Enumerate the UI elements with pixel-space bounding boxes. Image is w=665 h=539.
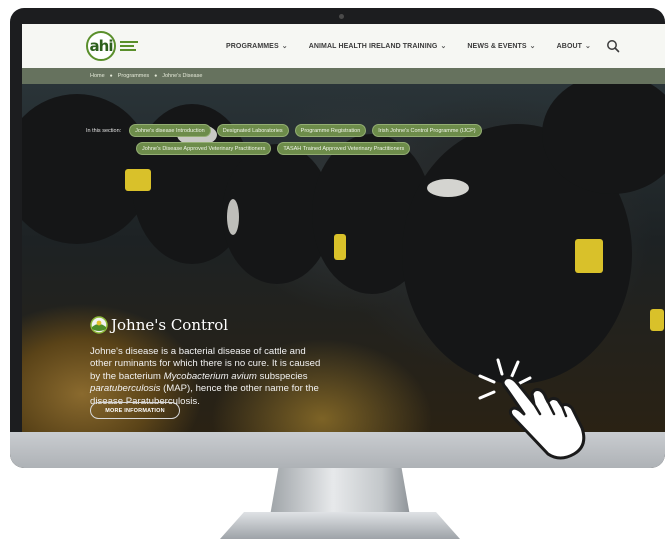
nav-label: PROGRAMMES bbox=[226, 42, 279, 50]
chevron-down-icon: ⌄ bbox=[585, 43, 591, 50]
breadcrumb-separator-icon: ● bbox=[109, 73, 113, 79]
chevron-down-icon: ⌄ bbox=[440, 43, 447, 50]
hero-description: Johne's disease is a bacterial disease o… bbox=[90, 346, 330, 408]
tap-hand-icon bbox=[478, 358, 586, 460]
hero-text-part: subspecies bbox=[256, 370, 308, 382]
webcam-dot bbox=[339, 14, 344, 19]
section-link-tasah-vets[interactable]: TASAH Trained Approved Veterinary Practi… bbox=[277, 142, 411, 155]
nav-about[interactable]: ABOUT ⌄ bbox=[556, 42, 591, 51]
section-link-ijcp[interactable]: Irish Johne's Control Programme (IJCP) bbox=[372, 124, 482, 137]
section-link-laboratories[interactable]: Designated Laboratories bbox=[216, 124, 289, 137]
section-links-row-1: In this section: Johne's disease Introdu… bbox=[86, 124, 482, 137]
section-link-introduction[interactable]: Johne's disease Introduction bbox=[129, 124, 211, 137]
chevron-down-icon: ⌄ bbox=[281, 43, 288, 50]
breadcrumb: Home ● Programmes ● Johne's Disease bbox=[22, 68, 665, 84]
monitor-stand-base bbox=[220, 512, 460, 539]
nav-label: NEWS & EVENTS bbox=[467, 42, 527, 50]
johnes-control-logo-icon bbox=[90, 316, 108, 334]
nav-label: ABOUT bbox=[556, 42, 583, 50]
search-icon[interactable] bbox=[606, 39, 620, 53]
section-link-approved-vets[interactable]: Johne's Disease Approved Veterinary Prac… bbox=[136, 142, 272, 155]
logo-mark: ahi bbox=[86, 31, 116, 61]
main-nav: PROGRAMMES ⌄ ANIMAL HEALTH IRELAND TRAIN… bbox=[226, 24, 612, 68]
site-header: ahi PROGRAMMES ⌄ ANIMAL HEALTH IRELAND T… bbox=[22, 24, 665, 68]
hero-text-italic: Mycobacterium avium bbox=[163, 370, 257, 382]
nav-ahi-training[interactable]: ANIMAL HEALTH IRELAND TRAINING ⌄ bbox=[308, 42, 447, 51]
nav-label: ANIMAL HEALTH IRELAND TRAINING bbox=[308, 42, 438, 50]
hero-title: Johne's Control bbox=[90, 316, 228, 334]
more-information-button[interactable]: MORE INFORMATION bbox=[90, 402, 180, 419]
hero-title-text: Johne's Control bbox=[111, 316, 229, 334]
section-link-registration[interactable]: Programme Registration bbox=[294, 124, 367, 137]
breadcrumb-separator-icon: ● bbox=[154, 73, 158, 79]
logo-wordmark-lines bbox=[120, 41, 138, 51]
chevron-down-icon: ⌄ bbox=[529, 43, 536, 50]
section-links-row-2: Johne's Disease Approved Veterinary Prac… bbox=[136, 142, 411, 155]
hero-text-italic: paratuberculosis bbox=[90, 383, 161, 395]
breadcrumb-programmes[interactable]: Programmes bbox=[118, 73, 149, 79]
section-label: In this section: bbox=[86, 127, 122, 134]
breadcrumb-current: Johne's Disease bbox=[162, 73, 203, 79]
nav-programmes[interactable]: PROGRAMMES ⌄ bbox=[226, 42, 288, 51]
ahi-logo[interactable]: ahi bbox=[86, 31, 146, 61]
monitor-stand-neck bbox=[270, 468, 410, 516]
breadcrumb-home[interactable]: Home bbox=[90, 73, 105, 79]
nav-news-events[interactable]: NEWS & EVENTS ⌄ bbox=[467, 42, 536, 51]
